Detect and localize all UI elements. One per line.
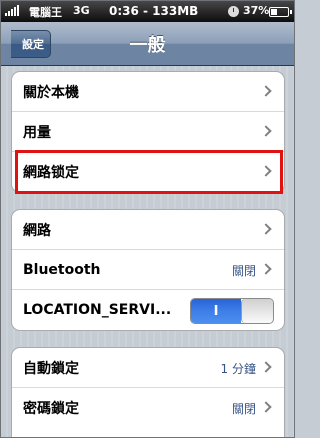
chevron-right-icon bbox=[260, 263, 272, 275]
row-label: 密碼鎖定 bbox=[23, 401, 79, 417]
settings-group-connectivity: 網路 Bluetooth 關閉 LOCATION_SERVI... I bbox=[11, 209, 285, 331]
page-title: 一般 bbox=[129, 35, 166, 56]
settings-screen: 電腦王 3G 0:36 - 133MB 37% 設定 一般 關於本機 用量 網路… bbox=[0, 0, 295, 438]
toggle-on-label: I bbox=[191, 299, 241, 323]
auto-lock-row[interactable]: 自動鎖定 1 分鐘 bbox=[12, 348, 284, 388]
toggle-knob bbox=[241, 299, 273, 323]
chevron-right-icon bbox=[260, 361, 272, 373]
row-label: 關於本機 bbox=[23, 84, 79, 101]
row-label: Bluetooth bbox=[23, 261, 101, 278]
location-services-row: LOCATION_SERVI... I bbox=[12, 290, 284, 330]
time-memory: 0:36 - 133MB bbox=[109, 4, 199, 18]
passcode-lock-value: 關閉 bbox=[231, 402, 256, 416]
chevron-right-icon bbox=[260, 223, 272, 235]
bluetooth-status: 關閉 bbox=[231, 264, 256, 278]
battery-percent: 37% bbox=[243, 4, 270, 17]
alarm-clock-icon bbox=[228, 6, 239, 17]
bluetooth-row[interactable]: Bluetooth 關閉 bbox=[12, 250, 284, 290]
network-type: 3G bbox=[73, 4, 90, 17]
auto-lock-value: 1 分鐘 bbox=[220, 362, 256, 376]
signal-strength-icon bbox=[5, 5, 19, 16]
chevron-right-icon bbox=[260, 85, 272, 97]
chevron-right-icon bbox=[260, 125, 272, 137]
highlight-box bbox=[15, 150, 283, 194]
settings-group-lock: 自動鎖定 1 分鐘 密碼鎖定 關閉 bbox=[11, 347, 285, 437]
status-bar: 電腦王 3G 0:36 - 133MB 37% bbox=[1, 1, 294, 22]
back-button-label: 設定 bbox=[22, 38, 44, 51]
row-label: 網路 bbox=[23, 222, 51, 239]
about-row[interactable]: 關於本機 bbox=[12, 72, 284, 112]
network-row[interactable]: 網路 bbox=[12, 210, 284, 250]
location-services-toggle[interactable]: I bbox=[190, 298, 274, 324]
chevron-right-icon bbox=[260, 401, 272, 413]
row-label: 自動鎖定 bbox=[23, 360, 79, 377]
row-label: LOCATION_SERVI... bbox=[23, 302, 172, 318]
row-label: 用量 bbox=[23, 124, 51, 141]
usage-row[interactable]: 用量 bbox=[12, 112, 284, 152]
navigation-bar: 設定 一般 bbox=[1, 22, 294, 66]
passcode-lock-row[interactable]: 密碼鎖定 關閉 bbox=[12, 388, 284, 428]
carrier-name: 電腦王 bbox=[29, 6, 62, 19]
battery-icon bbox=[269, 7, 292, 17]
